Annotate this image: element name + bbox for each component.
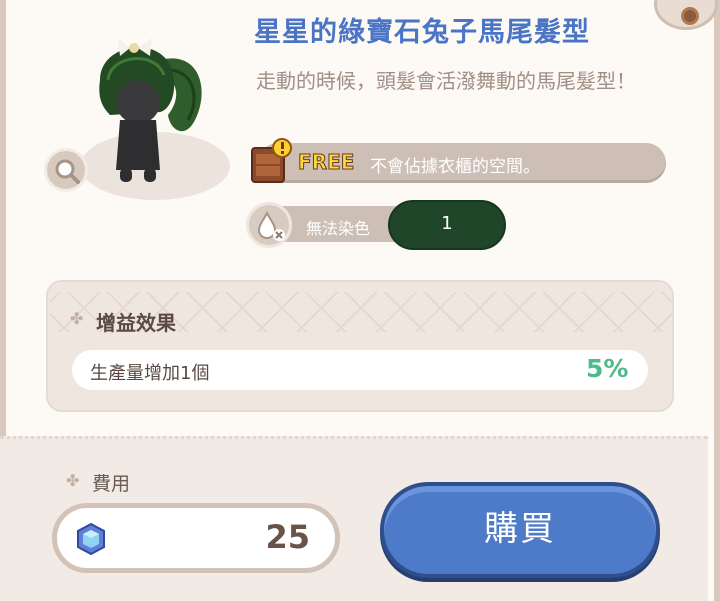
- buff-title: 增益效果: [96, 311, 176, 335]
- character-preview: [60, 20, 240, 205]
- crystal-gem-icon: [77, 522, 105, 556]
- buff-effect-label: 生產量增加1個: [90, 363, 210, 384]
- buy-button[interactable]: 購買: [380, 482, 660, 578]
- wardrobe-text: 不會佔據衣櫃的空間。: [370, 157, 540, 177]
- buff-effect-value: 5%: [586, 354, 629, 383]
- flower-icon: ✤: [66, 471, 80, 490]
- no-dye-icon: [246, 202, 292, 248]
- dye-label: 無法染色: [306, 219, 371, 238]
- item-title: 星星的綠寶石兔子馬尾髮型: [254, 17, 590, 48]
- free-badge: FREE: [297, 150, 355, 175]
- magnifier-icon: [55, 159, 80, 184]
- character-figure-icon: [99, 38, 202, 182]
- zoom-button[interactable]: [44, 148, 88, 192]
- cost-amount: 25: [265, 518, 310, 556]
- cost-label: 費用: [92, 473, 131, 495]
- owned-count: 1: [388, 200, 506, 250]
- button-knob-icon: [681, 7, 699, 25]
- item-description: 走動的時候，頭髮會活潑舞動的馬尾髮型！: [256, 69, 636, 93]
- wardrobe-icon: [251, 138, 292, 183]
- flower-icon: ✤: [70, 309, 84, 328]
- buff-box: [46, 280, 674, 412]
